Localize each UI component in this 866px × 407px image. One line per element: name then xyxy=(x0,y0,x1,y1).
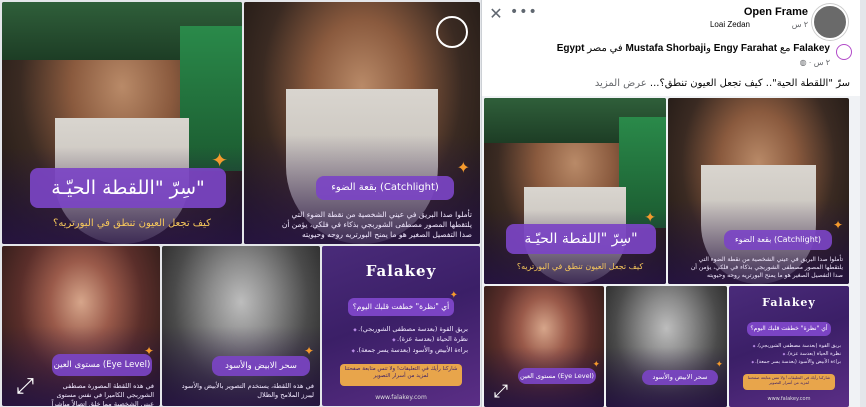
brand-logo: Falakey xyxy=(365,262,437,280)
brand-logo: Falakey xyxy=(762,296,816,309)
screen: سِرّ "اللقطة الحيّـة" ✦ كيف تجعل العيون … xyxy=(0,0,866,407)
preview-image-4[interactable]: سحر الابيض والأسود ✦ xyxy=(606,286,727,407)
banner-title: سحر الابيض والأسود xyxy=(212,356,310,376)
option-item: براءة الأبيض والأسود (بعدسة يسر جمعة). xyxy=(737,358,841,366)
post-preview-panel: ✕ ••• Open Frame ٢ س Loai Zedan Falakey … xyxy=(481,0,860,407)
more-icon[interactable]: ••• xyxy=(510,4,538,20)
option-item: بريق القوة (بعدسة مصطفى الشوربجي). xyxy=(737,342,841,350)
post-caption: سرّ "اللقطة الحية".. كيف تجعل العيون تنط… xyxy=(595,78,850,89)
post-image-1[interactable]: سِرّ "اللقطة الحيّـة" ✦ كيف تجعل العيون … xyxy=(2,2,242,244)
expand-icon[interactable]: ⤢ xyxy=(12,374,38,400)
website-text: www.falakey.com xyxy=(767,396,811,402)
tagged-person[interactable]: Engy Farahat xyxy=(714,43,777,54)
banner-title: بقعة الضوء (Catchlight) xyxy=(316,176,454,200)
sparkle-icon: ✦ xyxy=(303,344,314,358)
option-item: نظرة الحياة (بعدسة عزة). xyxy=(737,350,841,358)
preview-image-3[interactable]: مستوى العين (Eye Level) ✦ ⤢ xyxy=(484,286,604,407)
post-time[interactable]: ٢ س xyxy=(814,58,830,67)
frame-author[interactable]: Loai Zedan xyxy=(710,20,750,29)
tagged-person[interactable]: Mustafa Shorbaji xyxy=(625,43,706,54)
options-list: بريق القوة (بعدسة مصطفى الشوربجي). نظرة … xyxy=(334,324,468,355)
preview-gallery: سِرّ "اللقطة الحيّـة" ✦ كيف تجعل العيون … xyxy=(482,96,860,407)
post-meta: ٢ س · ◍ xyxy=(800,58,830,67)
banner-title: بقعة الضوء (Catchlight) xyxy=(724,230,832,250)
expand-icon[interactable]: ⤢ xyxy=(488,379,514,405)
caption-text: سرّ "اللقطة الحية".. كيف تجعل العيون تنط… xyxy=(649,78,850,89)
preview-image-2[interactable]: بقعة الضوء (Catchlight) ✦ تأملوا صدا الب… xyxy=(668,98,849,284)
question-box: أي "نظرة" خطفت قلبك اليوم؟ xyxy=(747,322,831,336)
body-text: تأملوا صدا البريق في عيني الشخصية من نقط… xyxy=(690,256,843,280)
location-link[interactable]: Egypt xyxy=(557,43,585,54)
option-item: براءة الأبيض والأسود (بعدسة يسر جمعة). xyxy=(334,345,468,355)
post-image-3[interactable]: مستوى العين (Eye Level) ✦ في هذه اللقطة … xyxy=(2,246,160,406)
banner-subtitle: كيف تجعل العيون تنطق في البورتريه؟ xyxy=(516,262,644,271)
selection-ring-icon[interactable] xyxy=(436,16,468,48)
post-image-4[interactable]: سحر الابيض والأسود ✦ في هذه اللقطة، يستخ… xyxy=(162,246,320,406)
in-word: في xyxy=(609,43,623,54)
preview-image-5[interactable]: Falakey أي "نظرة" خطفت قلبك اليوم؟ بريق … xyxy=(729,286,849,407)
option-item: نظرة الحياة (بعدسة عزة). xyxy=(334,334,468,344)
and-word: و xyxy=(706,43,711,54)
post-authors: Falakey مع Engy Farahat وMustafa Shorbaj… xyxy=(557,43,830,54)
frame-time: ٢ س xyxy=(791,20,808,29)
banner-title: مستوى العين (Eye Level) xyxy=(52,354,152,376)
page-avatar[interactable] xyxy=(836,44,852,60)
cta-box: شاركنا رأيك في التعليقات! ولا تنس متابعة… xyxy=(340,364,462,386)
sparkle-icon: ✦ xyxy=(143,344,154,358)
close-icon[interactable]: ✕ xyxy=(486,4,506,24)
banner-title: سحر الابيض والأسود xyxy=(642,370,718,385)
with-word: مع xyxy=(779,43,791,54)
sparkle-icon: ✦ xyxy=(211,148,228,172)
preview-image-1[interactable]: سِرّ "اللقطة الحيّـة" ✦ كيف تجعل العيون … xyxy=(484,98,666,284)
option-item: بريق القوة (بعدسة مصطفى الشوربجي). xyxy=(334,324,468,334)
body-text: في هذه اللقطة، يستخدم التصوير بالأبيض وا… xyxy=(181,382,314,399)
website-text: www.falakey.com xyxy=(375,394,427,401)
post-image-2[interactable]: بقعة الضوء (Catchlight) ✦ تأملوا صدا الب… xyxy=(244,2,480,244)
body-text: تأملوا صدا البريق في عيني الشخصية من نقط… xyxy=(281,210,472,240)
options-list: بريق القوة (بعدسة مصطفى الشوربجي). نظرة … xyxy=(737,342,841,366)
sparkle-icon: ✦ xyxy=(456,158,470,177)
banner-title: سِرّ "اللقطة الحيّـة" xyxy=(506,224,656,254)
banner-title: سِرّ "اللقطة الحيّـة" xyxy=(30,168,226,208)
page-name[interactable]: Falakey xyxy=(793,43,830,54)
cta-box: شاركنا رأيك في التعليقات! ولا تنس متابعة… xyxy=(743,374,835,390)
sparkle-icon: ✦ xyxy=(592,360,600,370)
question-box: أي "نظرة" خطفت قلبك اليوم؟ xyxy=(348,298,454,316)
banner-title: مستوى العين (Eye Level) xyxy=(518,368,596,384)
banner-subtitle: كيف تجعل العيون تنطق في البورتريه؟ xyxy=(53,218,211,229)
body-text: في هذه اللقطة المصورة مصطفى الشوربجي الك… xyxy=(51,382,154,406)
sparkle-icon: ✦ xyxy=(832,218,843,232)
frame-header: ✕ ••• Open Frame ٢ س Loai Zedan xyxy=(482,0,860,40)
location-word: مصر xyxy=(587,43,607,54)
frame-title[interactable]: Open Frame xyxy=(744,6,808,18)
globe-icon: · ◍ xyxy=(799,58,812,67)
sparkle-icon: ✦ xyxy=(644,210,656,226)
see-more-link[interactable]: عرض المزيد xyxy=(595,78,647,89)
avatar[interactable] xyxy=(812,4,848,40)
sparkle-icon: ✦ xyxy=(449,290,458,301)
post-header: Falakey مع Engy Farahat وMustafa Shorbaj… xyxy=(482,40,860,96)
post-image-5[interactable]: Falakey أي "نظرة" خطفت قلبك اليوم؟ ✦ بري… xyxy=(322,246,480,406)
sparkle-icon: ✦ xyxy=(715,360,723,370)
